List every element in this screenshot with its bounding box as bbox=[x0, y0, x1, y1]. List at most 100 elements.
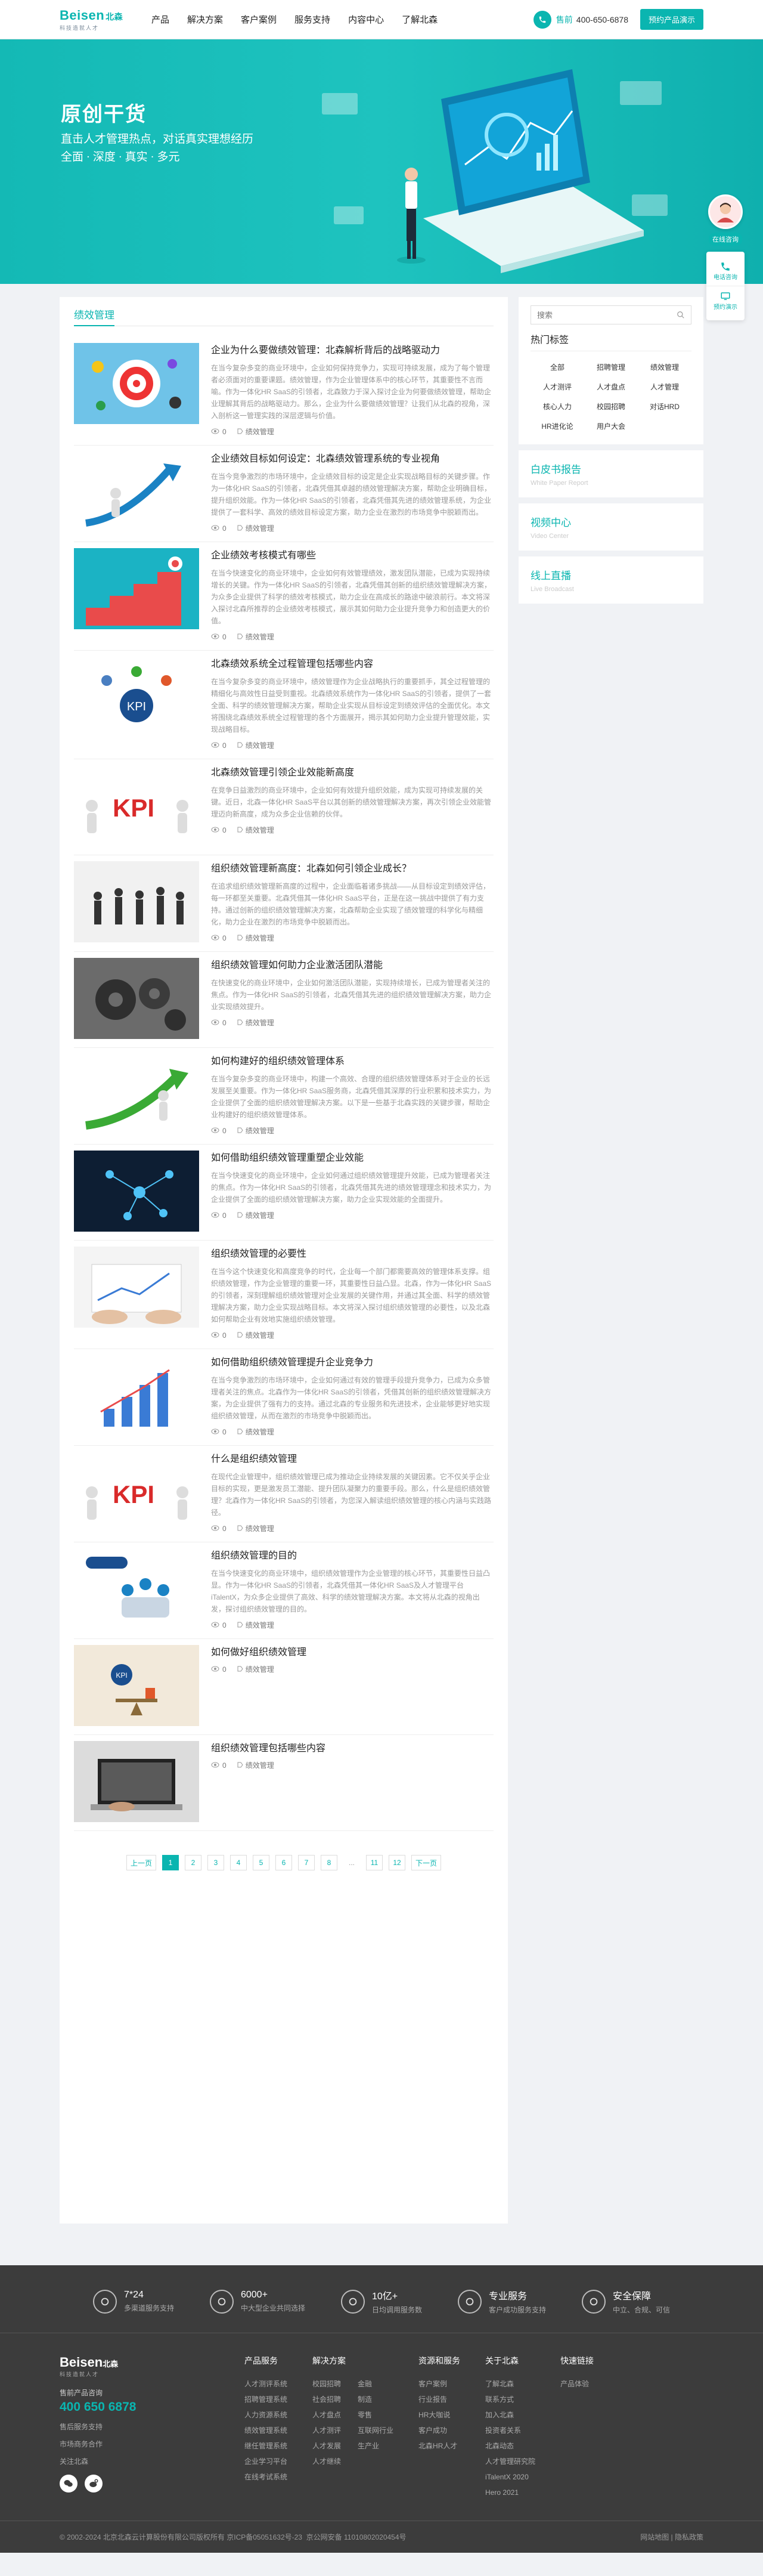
article-tag[interactable]: 绩效管理 bbox=[246, 1018, 274, 1028]
footer-link[interactable]: 客户成功 bbox=[418, 2423, 457, 2438]
footer-link[interactable]: 招聘管理系统 bbox=[244, 2392, 287, 2407]
article-tag[interactable]: 绩效管理 bbox=[246, 1523, 274, 1533]
footer-link[interactable]: 零售 bbox=[358, 2407, 393, 2423]
footer-link[interactable]: 人才管理研究院 bbox=[485, 2454, 535, 2469]
article-thumbnail[interactable]: KPI bbox=[74, 1645, 199, 1726]
article-title[interactable]: 如何构建好的组织绩效管理体系 bbox=[211, 1055, 494, 1068]
article-thumbnail[interactable] bbox=[74, 1151, 199, 1232]
pagination-item[interactable]: 上一页 bbox=[126, 1855, 156, 1870]
footer-support-link[interactable]: 售后服务支持 bbox=[60, 2422, 244, 2432]
article-thumbnail[interactable] bbox=[74, 1741, 199, 1822]
pagination-item[interactable]: 12 bbox=[389, 1855, 405, 1870]
pagination-item[interactable]: 1 bbox=[162, 1855, 179, 1870]
hot-tag[interactable]: 用户大会 bbox=[584, 416, 638, 436]
footer-link[interactable]: 金融 bbox=[358, 2376, 393, 2392]
footer-link[interactable]: 产品体验 bbox=[560, 2376, 589, 2392]
weibo-icon[interactable] bbox=[85, 2475, 103, 2492]
article-thumbnail[interactable] bbox=[74, 958, 199, 1039]
nav-cases[interactable]: 客户案例 bbox=[241, 13, 277, 26]
footer-link[interactable]: 人才测评系统 bbox=[244, 2376, 287, 2392]
search-icon[interactable] bbox=[677, 311, 685, 319]
footer-link[interactable]: 继任管理系统 bbox=[244, 2438, 287, 2454]
article-title[interactable]: 组织绩效管理的目的 bbox=[211, 1550, 494, 1563]
article-thumbnail[interactable] bbox=[74, 1054, 199, 1135]
article-tag[interactable]: 绩效管理 bbox=[246, 1620, 274, 1630]
article-title[interactable]: 企业绩效考核模式有哪些 bbox=[211, 549, 494, 562]
pagination-item[interactable]: 2 bbox=[185, 1855, 201, 1870]
article-tag[interactable]: 绩效管理 bbox=[246, 1210, 274, 1220]
article-title[interactable]: 组织绩效管理如何助力企业激活团队潜能 bbox=[211, 959, 494, 972]
hot-tag[interactable]: 校园招聘 bbox=[584, 397, 638, 416]
hot-tag[interactable]: 人才测评 bbox=[531, 377, 584, 397]
article-thumbnail[interactable]: KPI bbox=[74, 1452, 199, 1533]
article-title[interactable]: 组织绩效管理新高度：北森如何引领企业成长？ bbox=[211, 862, 494, 876]
article-tag[interactable]: 绩效管理 bbox=[246, 1664, 274, 1674]
article-thumbnail[interactable] bbox=[74, 343, 199, 424]
article-tag[interactable]: 绩效管理 bbox=[246, 1330, 274, 1340]
footer-link[interactable]: 企业学习平台 bbox=[244, 2454, 287, 2469]
article-thumbnail[interactable]: KPI bbox=[74, 657, 199, 738]
footer-link[interactable]: 在线考试系统 bbox=[244, 2469, 287, 2485]
hot-tag[interactable]: 核心人力 bbox=[531, 397, 584, 416]
article-thumbnail[interactable] bbox=[74, 1548, 199, 1629]
article-thumbnail[interactable] bbox=[74, 1247, 199, 1328]
hot-tag[interactable]: 对话HRD bbox=[638, 397, 691, 416]
article-tag[interactable]: 绩效管理 bbox=[246, 825, 274, 835]
footer-link[interactable]: 制造 bbox=[358, 2392, 393, 2407]
footer-link[interactable]: 互联网行业 bbox=[358, 2423, 393, 2438]
pagination-item[interactable]: 4 bbox=[230, 1855, 247, 1870]
search-input[interactable] bbox=[537, 310, 677, 320]
hot-tag[interactable]: 人才盘点 bbox=[584, 377, 638, 397]
online-chat-button[interactable]: 在线咨询 bbox=[709, 233, 742, 246]
article-tag[interactable]: 绩效管理 bbox=[246, 1760, 274, 1770]
pagination-item[interactable]: 下一页 bbox=[411, 1855, 442, 1870]
article-thumbnail[interactable] bbox=[74, 861, 199, 942]
book-demo-button[interactable]: 预约产品演示 bbox=[640, 9, 703, 30]
police-record[interactable]: 京公网安备 11010802020454号 bbox=[306, 2533, 407, 2541]
article-tag[interactable]: 绩效管理 bbox=[246, 740, 274, 750]
footer-link[interactable]: 北森动态 bbox=[485, 2438, 535, 2454]
sidebar-link-card[interactable]: 白皮书报告 White Paper Report bbox=[519, 450, 703, 497]
article-title[interactable]: 如何做好组织绩效管理 bbox=[211, 1646, 494, 1659]
article-title[interactable]: 组织绩效管理的必要性 bbox=[211, 1248, 494, 1261]
pagination-item[interactable]: 7 bbox=[298, 1855, 315, 1870]
footer-link[interactable]: 加入北森 bbox=[485, 2407, 535, 2423]
footer-link[interactable]: Hero 2021 bbox=[485, 2485, 535, 2500]
hot-tag[interactable]: 全部 bbox=[531, 357, 584, 377]
article-title[interactable]: 企业为什么要做绩效管理：北森解析背后的战略驱动力 bbox=[211, 344, 494, 357]
footer-link[interactable]: 社会招聘 bbox=[312, 2392, 341, 2407]
article-title[interactable]: 北森绩效管理引领企业效能新高度 bbox=[211, 766, 494, 780]
article-thumbnail[interactable]: KPI bbox=[74, 765, 199, 846]
footer-link[interactable]: 人才测评 bbox=[312, 2423, 341, 2438]
article-title[interactable]: 企业绩效目标如何设定：北森绩效管理系统的专业视角 bbox=[211, 453, 494, 466]
footer-link[interactable]: 联系方式 bbox=[485, 2392, 535, 2407]
sidebar-link-card[interactable]: 视频中心 Video Center bbox=[519, 503, 703, 551]
article-title[interactable]: 北森绩效系统全过程管理包括哪些内容 bbox=[211, 658, 494, 671]
footer-link[interactable]: 客户案例 bbox=[418, 2376, 457, 2392]
pagination-item[interactable]: 11 bbox=[366, 1855, 383, 1870]
footer-link[interactable]: 绩效管理系统 bbox=[244, 2423, 287, 2438]
article-thumbnail[interactable] bbox=[74, 548, 199, 629]
footer-link[interactable]: iTalentX 2020 bbox=[485, 2469, 535, 2485]
footer-link[interactable]: 北森HR人才 bbox=[418, 2438, 457, 2454]
footer-link[interactable]: 人才盘点 bbox=[312, 2407, 341, 2423]
article-title[interactable]: 如何借助组织绩效管理提升企业竞争力 bbox=[211, 1356, 494, 1369]
footer-link[interactable]: 投资者关系 bbox=[485, 2423, 535, 2438]
nav-solutions[interactable]: 解决方案 bbox=[187, 13, 223, 26]
article-tag[interactable]: 绩效管理 bbox=[246, 1125, 274, 1136]
phone-consult-button[interactable]: 电话咨询 bbox=[706, 256, 745, 286]
article-tag[interactable]: 绩效管理 bbox=[246, 1427, 274, 1437]
footer-link[interactable]: HR大咖说 bbox=[418, 2407, 457, 2423]
hot-tag[interactable]: 绩效管理 bbox=[638, 357, 691, 377]
wechat-icon[interactable] bbox=[60, 2475, 77, 2492]
service-avatar[interactable] bbox=[708, 194, 743, 229]
book-demo-side-button[interactable]: 预约演示 bbox=[706, 286, 745, 316]
pagination-item[interactable]: 5 bbox=[253, 1855, 269, 1870]
site-logo[interactable]: Beisen 北森 科技造就人才 bbox=[60, 8, 131, 32]
article-title[interactable]: 什么是组织绩效管理 bbox=[211, 1453, 494, 1466]
article-title[interactable]: 组织绩效管理包括哪些内容 bbox=[211, 1742, 494, 1755]
footer-legal-links[interactable]: 网站地图 | 隐私政策 bbox=[640, 2532, 703, 2542]
footer-link[interactable]: 了解北森 bbox=[485, 2376, 535, 2392]
sidebar-link-card[interactable]: 线上直播 Live Broadcast bbox=[519, 556, 703, 604]
hot-tag[interactable]: HR进化论 bbox=[531, 416, 584, 436]
